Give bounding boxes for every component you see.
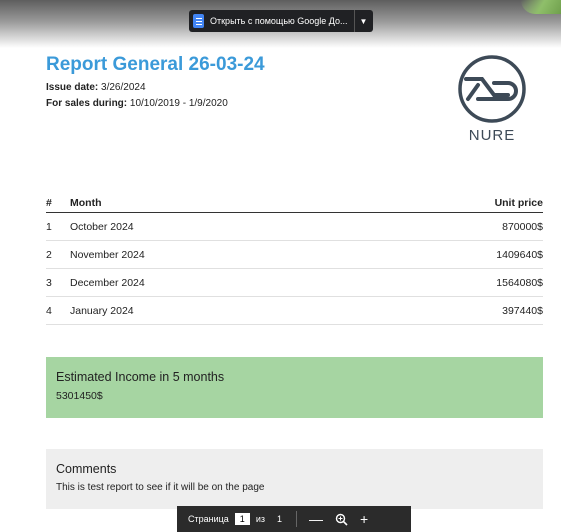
row-price: 1564080$ xyxy=(356,268,543,297)
table-row: 1 October 2024 870000$ xyxy=(46,212,543,241)
comments-box: Comments This is test report to see if i… xyxy=(46,449,543,509)
sales-period-value: 10/10/2019 - 1/9/2020 xyxy=(129,98,228,109)
table-row: 4 January 2024 397440$ xyxy=(46,296,543,325)
zoom-icon[interactable] xyxy=(335,513,348,526)
row-month: January 2024 xyxy=(70,296,357,325)
open-with-label: Открыть с помощью Google До... xyxy=(210,16,348,26)
row-num: 1 xyxy=(46,212,70,241)
page-label: Страница xyxy=(188,514,229,524)
report-title: Report General 26-03-24 xyxy=(46,54,265,75)
row-price: 397440$ xyxy=(356,296,543,325)
row-num: 3 xyxy=(46,268,70,297)
page-toolbar: Страница 1 из 1 — + xyxy=(177,506,411,532)
zoom-out-icon[interactable]: — xyxy=(309,512,323,526)
chevron-down-icon[interactable]: ▼ xyxy=(355,10,373,32)
table-row: 3 December 2024 1564080$ xyxy=(46,268,543,297)
row-num: 2 xyxy=(46,240,70,269)
row-month: November 2024 xyxy=(70,240,357,269)
header-price: Unit price xyxy=(356,195,543,213)
toolbar-divider xyxy=(295,511,297,527)
sales-period-label: For sales during: xyxy=(46,98,128,109)
issue-date-label: Issue date: xyxy=(46,82,99,93)
table-header-row: # Month Unit price xyxy=(46,195,543,213)
magnifier-icon xyxy=(335,513,348,526)
logo-text: NURE xyxy=(468,127,516,144)
header-num: # xyxy=(46,195,70,213)
row-month: December 2024 xyxy=(70,268,357,297)
open-with-button[interactable]: Открыть с помощью Google До... ▼ xyxy=(189,10,373,32)
issue-date: Issue date: 3/26/2024 xyxy=(46,82,146,93)
page-number-input[interactable]: 1 xyxy=(234,513,250,525)
google-docs-icon xyxy=(193,14,204,28)
income-value: 5301450$ xyxy=(56,390,103,402)
corner-decoration xyxy=(521,0,561,14)
of-label: из xyxy=(255,514,265,524)
issue-date-value: 3/26/2024 xyxy=(101,82,146,93)
row-num: 4 xyxy=(46,296,70,325)
estimated-income-box: Estimated Income in 5 months 5301450$ xyxy=(46,357,543,418)
row-price: 1409640$ xyxy=(356,240,543,269)
header-month: Month xyxy=(70,195,357,213)
open-with-main[interactable]: Открыть с помощью Google До... xyxy=(189,10,354,32)
row-month: October 2024 xyxy=(70,212,357,241)
zoom-in-icon[interactable]: + xyxy=(360,512,368,526)
total-pages: 1 xyxy=(276,514,282,524)
table-row: 2 November 2024 1409640$ xyxy=(46,240,543,269)
sales-table: # Month Unit price 1 October 2024 870000… xyxy=(46,195,543,325)
comments-text: This is test report to see if it will be… xyxy=(56,482,265,493)
income-title: Estimated Income in 5 months xyxy=(56,370,225,384)
comments-title: Comments xyxy=(56,462,117,476)
sales-period: For sales during: 10/10/2019 - 1/9/2020 xyxy=(46,98,228,109)
row-price: 870000$ xyxy=(356,212,543,241)
